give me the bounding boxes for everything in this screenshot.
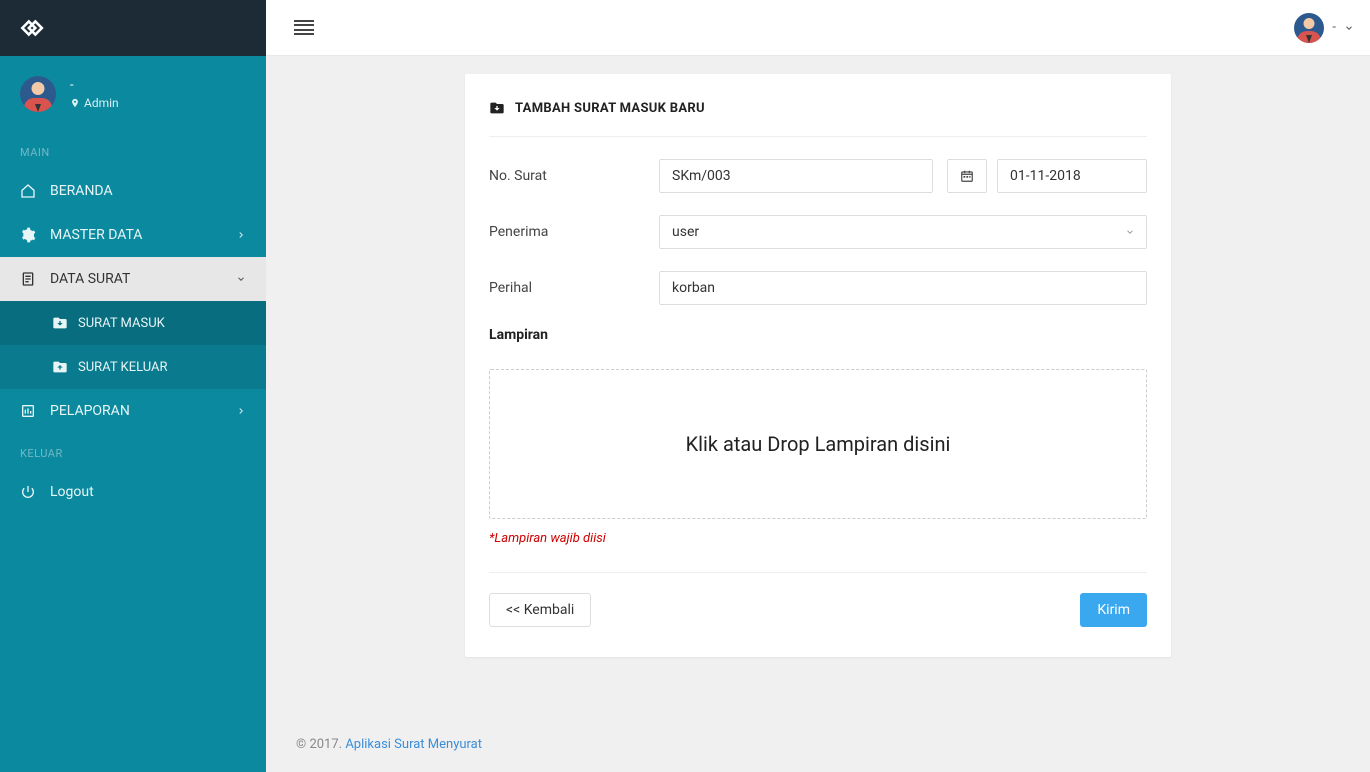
- gear-icon: [20, 227, 36, 243]
- chevron-right-icon: [236, 230, 246, 240]
- nav-section-main: MAIN: [0, 132, 266, 169]
- kirim-button[interactable]: Kirim: [1080, 593, 1147, 627]
- sidebar-user: - Admin: [0, 56, 266, 132]
- nav-logout[interactable]: Logout: [0, 470, 266, 514]
- nav-surat-keluar[interactable]: SURAT KELUAR: [0, 345, 266, 389]
- input-perihal[interactable]: [659, 271, 1147, 305]
- footer: © 2017. Aplikasi Surat Menyurat: [266, 721, 1370, 772]
- form-card: TAMBAH SURAT MASUK BARU No. Surat Peneri…: [465, 74, 1171, 657]
- chevron-down-icon: [1344, 23, 1354, 33]
- card-title: TAMBAH SURAT MASUK BARU: [515, 101, 705, 116]
- sidebar-user-role: Admin: [70, 96, 119, 110]
- inbox-icon: [52, 315, 68, 331]
- footer-link[interactable]: Aplikasi Surat Menyurat: [345, 737, 482, 752]
- lampiran-block: Lampiran Klik atau Drop Lampiran disini …: [489, 327, 1147, 546]
- brand[interactable]: [0, 0, 266, 56]
- row-perihal: Perihal: [489, 271, 1147, 305]
- document-icon: [20, 271, 36, 287]
- label-penerima: Penerima: [489, 224, 645, 240]
- nav-sub-data-surat: SURAT MASUK SURAT KELUAR: [0, 301, 266, 389]
- pin-icon: [70, 98, 80, 108]
- logo-icon: [18, 15, 44, 41]
- topbar: -: [266, 0, 1370, 56]
- sidebar: - Admin MAIN BERANDA MASTER DATA DATA SU…: [0, 0, 266, 772]
- date-picker-trigger[interactable]: [947, 159, 987, 193]
- home-icon: [20, 183, 36, 199]
- form-actions: << Kembali Kirim: [489, 593, 1147, 627]
- row-penerima: Penerima user: [489, 215, 1147, 249]
- kembali-button[interactable]: << Kembali: [489, 593, 591, 627]
- nav-beranda[interactable]: BERANDA: [0, 169, 266, 213]
- label-no-surat: No. Surat: [489, 168, 645, 184]
- divider: [489, 572, 1147, 573]
- nav-master-data[interactable]: MASTER DATA: [0, 213, 266, 257]
- power-icon: [20, 484, 36, 500]
- input-no-surat[interactable]: [659, 159, 933, 193]
- nav-section-keluar: KELUAR: [0, 433, 266, 470]
- card-header: TAMBAH SURAT MASUK BARU: [489, 100, 1147, 137]
- outbox-icon: [52, 359, 68, 375]
- label-lampiran: Lampiran: [489, 327, 1147, 343]
- nav-data-surat[interactable]: DATA SURAT: [0, 257, 266, 301]
- nav-surat-masuk[interactable]: SURAT MASUK: [0, 301, 266, 345]
- main: - TAMBAH SURAT MASUK BARU No. Surat: [266, 0, 1370, 772]
- content: TAMBAH SURAT MASUK BARU No. Surat Peneri…: [266, 56, 1370, 721]
- chevron-right-icon: [236, 406, 246, 416]
- input-tanggal[interactable]: [997, 159, 1147, 193]
- lampiran-note: *Lampiran wajib diisi: [489, 531, 1147, 546]
- select-penerima[interactable]: user: [659, 215, 1147, 249]
- sidebar-user-name: -: [70, 78, 119, 93]
- topbar-user-menu[interactable]: -: [1294, 13, 1354, 43]
- footer-copyright: © 2017.: [296, 737, 345, 752]
- row-no-surat: No. Surat: [489, 159, 1147, 193]
- nav-pelaporan[interactable]: PELAPORAN: [0, 389, 266, 433]
- chevron-down-icon: [236, 274, 246, 284]
- label-perihal: Perihal: [489, 280, 645, 296]
- avatar: [1294, 13, 1324, 43]
- topbar-user-label: -: [1332, 20, 1336, 35]
- menu-toggle[interactable]: [294, 20, 314, 36]
- dropzone-lampiran[interactable]: Klik atau Drop Lampiran disini: [489, 369, 1147, 519]
- avatar: [20, 76, 56, 112]
- inbox-icon: [489, 100, 505, 116]
- calendar-icon: [960, 169, 974, 183]
- report-icon: [20, 403, 36, 419]
